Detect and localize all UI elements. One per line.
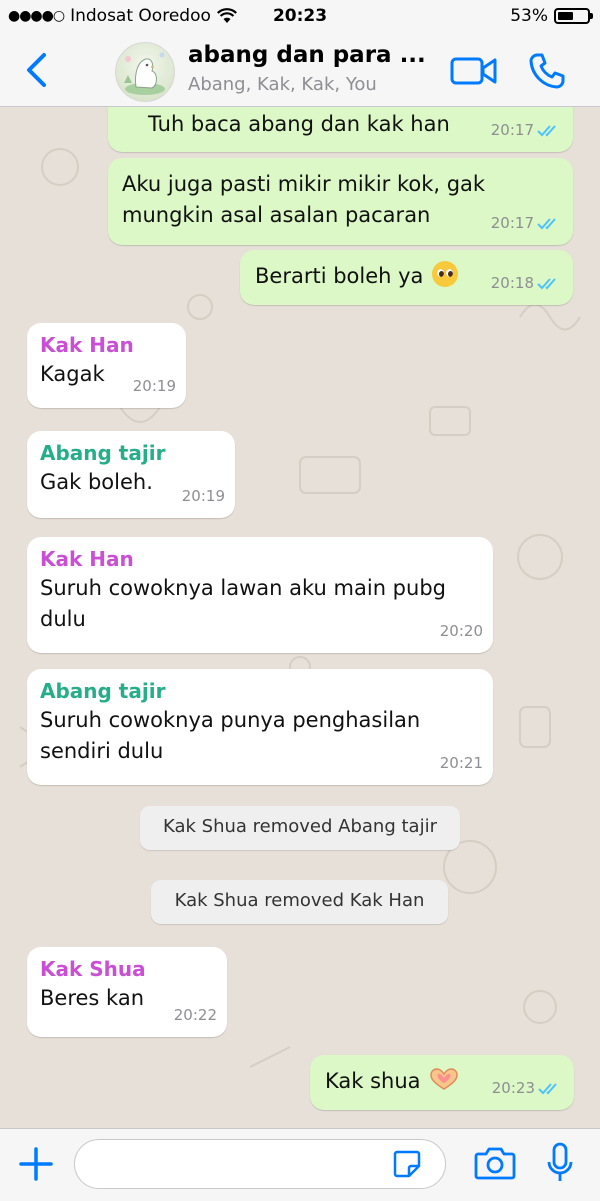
message-composer: [0, 1128, 600, 1201]
incoming-message[interactable]: Kak Han Suruh cowoknya lawan aku main pu…: [27, 537, 493, 653]
message-sender: Abang tajir: [40, 441, 166, 465]
incoming-message[interactable]: Kak Han Kagak 20:19: [27, 323, 186, 408]
message-sender: Abang tajir: [40, 679, 166, 703]
message-text: Beres kan: [40, 986, 145, 1010]
message-meta: 20:17: [491, 208, 563, 239]
battery-icon: [554, 8, 593, 24]
incoming-message[interactable]: Kak Shua Beres kan 20:22: [27, 947, 227, 1037]
message-meta: 20:20: [440, 616, 483, 647]
heart-hands-emoji-icon: [430, 1068, 458, 1090]
read-receipt-icon: [537, 124, 556, 136]
voice-call-icon[interactable]: [528, 52, 566, 90]
message-meta: 20:17: [491, 115, 563, 146]
plus-icon[interactable]: [18, 1146, 54, 1182]
message-sender: Kak Shua: [40, 957, 146, 981]
incoming-message[interactable]: Abang tajir Gak boleh. 20:19: [27, 431, 235, 518]
message-text: Suruh cowoknya lawan aku main pubg dulu: [40, 576, 446, 631]
message-time: 20:17: [490, 121, 534, 139]
system-notice: Kak Shua removed Abang tajir: [140, 806, 460, 850]
outgoing-message[interactable]: Berarti boleh ya 20:18: [240, 250, 573, 305]
message-text: Kak shua: [325, 1069, 421, 1093]
message-sender: Kak Han: [40, 333, 134, 357]
read-receipt-icon: [537, 217, 556, 229]
message-meta: 20:23: [492, 1073, 564, 1104]
message-time: 20:20: [439, 622, 483, 640]
chat-title[interactable]: abang dan para ...: [188, 42, 426, 68]
back-chevron-icon[interactable]: [22, 52, 52, 88]
message-time: 20:21: [439, 754, 483, 772]
system-notice: Kak Shua removed Kak Han: [151, 880, 448, 924]
battery-info: 53%: [510, 6, 593, 26]
message-text: Gak boleh.: [40, 470, 153, 494]
battery-percent: 53%: [510, 6, 548, 26]
video-call-icon[interactable]: [450, 54, 498, 88]
message-time: 20:22: [173, 1006, 217, 1024]
pleading-face-emoji-icon: [432, 261, 459, 287]
message-time: 20:19: [132, 377, 176, 395]
camera-icon[interactable]: [474, 1145, 516, 1181]
status-bar: ●●●●○ Indosat Ooredoo 20:23 53%: [0, 0, 600, 36]
message-input[interactable]: [74, 1139, 446, 1189]
message-text: Berarti boleh ya: [255, 264, 424, 288]
message-text: Kagak: [40, 362, 105, 386]
message-meta: 20:18: [491, 268, 563, 299]
read-receipt-icon: [538, 1082, 557, 1094]
group-avatar[interactable]: [115, 42, 175, 102]
message-text: Tuh baca abang dan kak han: [148, 112, 450, 136]
message-text: Suruh cowoknya punya penghasilan sendiri…: [40, 708, 421, 763]
outgoing-message[interactable]: Kak shua 20:23: [310, 1055, 574, 1110]
message-time: 20:18: [490, 274, 534, 292]
avatar-illustration: [124, 52, 165, 95]
message-time: 20:17: [490, 214, 534, 232]
incoming-message[interactable]: Abang tajir Suruh cowoknya punya penghas…: [27, 669, 493, 785]
chat-participants[interactable]: Abang, Kak, Kak, You: [188, 74, 377, 95]
message-meta: 20:22: [174, 1000, 217, 1031]
outgoing-message[interactable]: Aku juga pasti mikir mikir kok, gak mung…: [108, 158, 573, 245]
message-meta: 20:21: [440, 748, 483, 779]
message-time: 20:19: [181, 487, 225, 505]
message-meta: 20:19: [133, 371, 176, 402]
chat-header: abang dan para ... Abang, Kak, Kak, You: [0, 36, 600, 107]
message-sender: Kak Han: [40, 547, 134, 571]
microphone-icon[interactable]: [546, 1142, 574, 1184]
message-time: 20:23: [491, 1079, 535, 1097]
sticker-icon[interactable]: [392, 1149, 422, 1179]
message-text: Aku juga pasti mikir mikir kok, gak mung…: [122, 172, 486, 227]
message-meta: 20:19: [182, 481, 225, 512]
outgoing-message[interactable]: Tuh baca abang dan kak han 20:17: [108, 107, 573, 152]
read-receipt-icon: [537, 277, 556, 289]
chat-messages[interactable]: Tuh baca abang dan kak han 20:17 Aku jug…: [0, 107, 600, 1128]
